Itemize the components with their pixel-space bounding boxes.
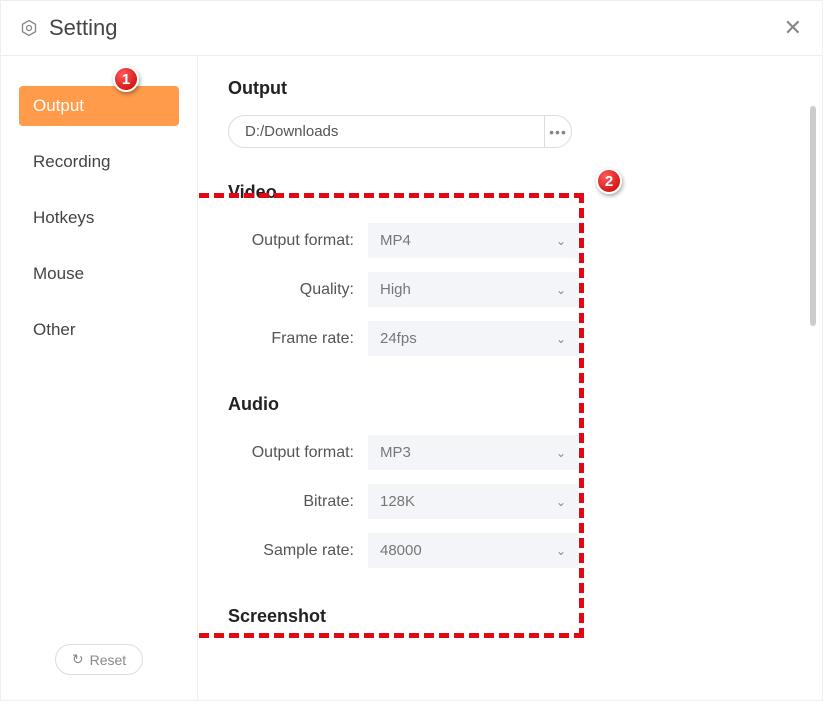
chevron-down-icon: ⌄ — [556, 234, 566, 248]
ellipsis-icon: ••• — [549, 124, 567, 140]
audio-output-format-row: Output format: MP3 ⌄ — [228, 435, 792, 470]
sidebar-items: Output Recording Hotkeys Mouse Other — [19, 86, 179, 644]
chevron-down-icon: ⌄ — [556, 544, 566, 558]
settings-icon — [19, 18, 39, 38]
annotation-badge-2: 2 — [596, 168, 622, 194]
reset-label: Reset — [90, 652, 127, 668]
audio-sample-rate-label: Sample rate: — [228, 542, 368, 560]
window-title: Setting — [49, 15, 118, 41]
video-output-format-label: Output format: — [228, 232, 368, 250]
close-icon[interactable]: ✕ — [784, 15, 802, 41]
screenshot-heading: Screenshot — [228, 606, 792, 627]
output-path-input[interactable]: D:/Downloads — [228, 115, 544, 148]
sidebar-item-mouse[interactable]: Mouse — [19, 254, 179, 294]
video-frame-rate-select[interactable]: 24fps ⌄ — [368, 321, 578, 356]
output-heading: Output — [228, 78, 792, 99]
sidebar-item-other[interactable]: Other — [19, 310, 179, 350]
audio-sample-rate-value: 48000 — [380, 542, 422, 559]
video-quality-label: Quality: — [228, 281, 368, 299]
reset-icon: ↻ — [72, 651, 84, 668]
audio-sample-rate-select[interactable]: 48000 ⌄ — [368, 533, 578, 568]
audio-bitrate-value: 128K — [380, 493, 415, 510]
scrollbar[interactable] — [810, 106, 816, 326]
video-group: Video Output format: MP4 ⌄ Quality: High… — [228, 182, 792, 356]
video-frame-rate-label: Frame rate: — [228, 330, 368, 348]
browse-button[interactable]: ••• — [544, 115, 572, 148]
audio-output-format-select[interactable]: MP3 ⌄ — [368, 435, 578, 470]
audio-output-format-value: MP3 — [380, 444, 411, 461]
sidebar-item-output[interactable]: Output — [19, 86, 179, 126]
chevron-down-icon: ⌄ — [556, 495, 566, 509]
video-output-format-value: MP4 — [380, 232, 411, 249]
audio-output-format-label: Output format: — [228, 444, 368, 462]
chevron-down-icon: ⌄ — [556, 283, 566, 297]
sidebar: Output Recording Hotkeys Mouse Other ↻ R… — [1, 56, 198, 701]
audio-sample-rate-row: Sample rate: 48000 ⌄ — [228, 533, 792, 568]
body: Output Recording Hotkeys Mouse Other ↻ R… — [1, 56, 822, 701]
sidebar-item-hotkeys[interactable]: Hotkeys — [19, 198, 179, 238]
audio-heading: Audio — [228, 394, 792, 415]
video-frame-rate-value: 24fps — [380, 330, 417, 347]
audio-bitrate-label: Bitrate: — [228, 493, 368, 511]
audio-bitrate-select[interactable]: 128K ⌄ — [368, 484, 578, 519]
video-quality-row: Quality: High ⌄ — [228, 272, 792, 307]
video-frame-rate-row: Frame rate: 24fps ⌄ — [228, 321, 792, 356]
sidebar-item-recording[interactable]: Recording — [19, 142, 179, 182]
video-output-format-row: Output format: MP4 ⌄ — [228, 223, 792, 258]
video-heading: Video — [228, 182, 792, 203]
audio-bitrate-row: Bitrate: 128K ⌄ — [228, 484, 792, 519]
video-output-format-select[interactable]: MP4 ⌄ — [368, 223, 578, 258]
chevron-down-icon: ⌄ — [556, 332, 566, 346]
video-quality-select[interactable]: High ⌄ — [368, 272, 578, 307]
content-pane: Output D:/Downloads ••• Video Output for… — [198, 56, 822, 701]
video-quality-value: High — [380, 281, 411, 298]
annotation-badge-1: 1 — [113, 66, 139, 92]
audio-group: Audio Output format: MP3 ⌄ Bitrate: 128K… — [228, 394, 792, 568]
chevron-down-icon: ⌄ — [556, 446, 566, 460]
title-left: Setting — [19, 15, 118, 41]
settings-window: Setting ✕ Output Recording Hotkeys Mouse… — [0, 0, 823, 701]
titlebar: Setting ✕ — [1, 1, 822, 56]
output-path-row: D:/Downloads ••• — [228, 115, 792, 148]
reset-button[interactable]: ↻ Reset — [55, 644, 143, 675]
